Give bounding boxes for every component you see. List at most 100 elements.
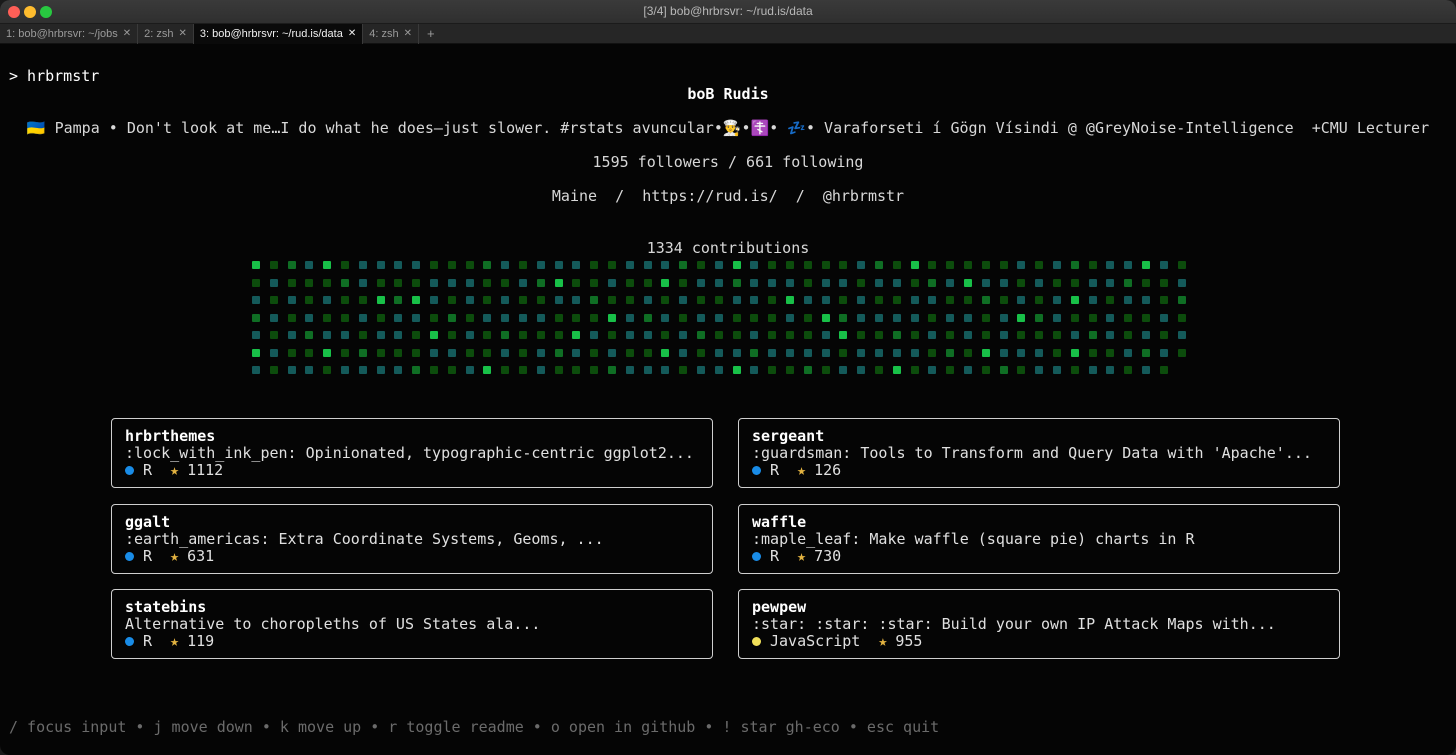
contribution-cell	[697, 348, 705, 357]
contribution-cell	[1124, 278, 1133, 287]
contribution-cell	[1088, 348, 1097, 357]
contribution-cell	[750, 331, 759, 339]
contribution-cell	[572, 313, 581, 322]
contribution-cell	[305, 331, 314, 339]
contribution-cell	[1124, 296, 1133, 304]
contribution-cell	[465, 261, 474, 269]
contribution-cell	[928, 261, 937, 269]
contribution-cell	[803, 331, 812, 339]
contribution-cell	[572, 278, 581, 287]
contribution-cell	[376, 313, 385, 322]
contribution-cell	[625, 366, 634, 374]
tab-1[interactable]: 1: bob@hrbrsvr: ~/jobs ✕	[0, 23, 139, 44]
contribution-cell	[661, 313, 670, 322]
contribution-cell	[714, 366, 723, 374]
repo-card-pewpew[interactable]: pewpew :star: :star: :star: Build your o…	[738, 589, 1340, 659]
contribution-cell	[643, 348, 652, 357]
tab-3[interactable]: 3: bob@hrbrsvr: ~/rud.is/data ✕	[193, 23, 364, 44]
repo-card-statebins[interactable]: statebins Alternative to choropleths of …	[111, 589, 713, 659]
repo-card-sergeant[interactable]: sergeant :guardsman: Tools to Transform …	[738, 418, 1340, 488]
title-bar[interactable]: [3/4] bob@hrbrsvr: ~/rud.is/data	[0, 0, 1456, 24]
contribution-cell	[839, 313, 848, 322]
contribution-cell	[892, 261, 901, 269]
contribution-cell	[519, 261, 527, 269]
contribution-cell	[786, 278, 794, 287]
contribution-cell	[1177, 296, 1186, 304]
contribution-cell	[323, 331, 332, 339]
contribution-cell	[287, 331, 296, 339]
contribution-cell	[821, 296, 830, 304]
contribution-cell	[536, 313, 545, 322]
contribution-cell	[1159, 348, 1168, 357]
contribution-cell	[714, 261, 723, 269]
contribution-cell	[536, 331, 545, 339]
contribution-cell	[358, 261, 367, 269]
terminal-window: [3/4] bob@hrbrsvr: ~/rud.is/data 1: bob@…	[0, 0, 1456, 755]
tab-close-icon[interactable]: ✕	[179, 28, 187, 39]
contribution-cell	[892, 296, 901, 304]
contribution-cell	[323, 313, 332, 322]
contribution-cell	[892, 366, 901, 374]
contribution-cell	[519, 348, 527, 357]
contribution-cell	[1124, 313, 1133, 322]
contribution-cell	[430, 296, 438, 304]
contribution-cell	[305, 296, 314, 304]
contribution-cell	[928, 296, 937, 304]
search-prompt[interactable]: > hrbrmstr	[9, 67, 99, 85]
repo-meta: R ★ 631	[125, 548, 699, 565]
tab-close-icon[interactable]: ✕	[404, 28, 412, 39]
contribution-cell	[554, 331, 563, 339]
contribution-cell	[1053, 313, 1061, 322]
contribution-cell	[999, 348, 1008, 357]
contribution-cell	[803, 296, 812, 304]
contribution-cell	[981, 366, 990, 374]
contribution-cell	[1053, 278, 1061, 287]
new-tab-button[interactable]: +	[419, 26, 443, 41]
contribution-cell	[447, 261, 456, 269]
contribution-cell	[643, 313, 652, 322]
contribution-cell	[465, 278, 474, 287]
contribution-cell	[875, 261, 883, 269]
repo-card-ggalt[interactable]: ggalt :earth_americas: Extra Coordinate …	[111, 504, 713, 574]
contribution-cell	[1017, 313, 1026, 322]
contribution-cell	[714, 331, 723, 339]
contribution-cell	[768, 348, 777, 357]
tab-close-icon[interactable]: ✕	[123, 28, 131, 39]
contribution-cell	[1070, 331, 1079, 339]
tab-4[interactable]: 4: zsh ✕	[363, 23, 419, 44]
contribution-cell	[536, 348, 545, 357]
contribution-cell	[1106, 296, 1115, 304]
contribution-cell	[1106, 366, 1115, 374]
repo-description: :lock_with_ink_pen: Opinionated, typogra…	[125, 445, 694, 462]
contribution-cell	[501, 366, 510, 374]
contribution-cell	[981, 261, 990, 269]
contribution-cell	[323, 278, 332, 287]
repo-stars: 955	[895, 632, 923, 650]
repo-card-hrbrthemes[interactable]: hrbrthemes :lock_with_ink_pen: Opinionat…	[111, 418, 713, 488]
contribution-cell	[928, 278, 937, 287]
contribution-cell	[376, 278, 385, 287]
contribution-cell	[519, 296, 527, 304]
contribution-cell	[323, 348, 332, 357]
contribution-cell	[252, 313, 260, 322]
contribution-cell	[768, 296, 777, 304]
contribution-cell	[946, 313, 955, 322]
repo-card-waffle[interactable]: waffle :maple_leaf: Make waffle (square …	[738, 504, 1340, 574]
tab-2[interactable]: 2: zsh ✕	[138, 23, 194, 44]
contribution-cell	[252, 348, 260, 357]
contribution-cell	[1070, 261, 1079, 269]
contribution-cell	[376, 261, 385, 269]
contribution-cell	[786, 261, 794, 269]
repo-description: Alternative to choropleths of US States …	[125, 616, 541, 633]
contribution-cell	[269, 261, 278, 269]
contribution-cell	[1088, 296, 1097, 304]
tab-close-icon[interactable]: ✕	[348, 28, 356, 39]
contribution-cell	[305, 261, 314, 269]
contribution-cell	[1017, 366, 1026, 374]
contribution-cell	[1053, 296, 1061, 304]
contribution-cell	[341, 313, 349, 322]
contribution-cell	[608, 348, 616, 357]
contribution-cell	[269, 296, 278, 304]
contribution-cell	[821, 366, 830, 374]
contribution-cell	[1017, 261, 1026, 269]
